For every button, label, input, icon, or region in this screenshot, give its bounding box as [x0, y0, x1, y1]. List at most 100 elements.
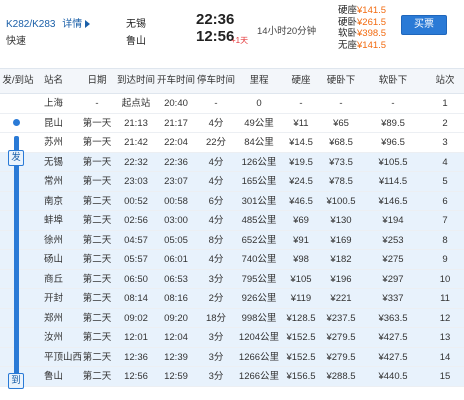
arrival-time: 00:52 [124, 195, 148, 207]
seat-price: ¥398.5 [357, 28, 387, 39]
departure-time: 03:00 [164, 215, 188, 226]
soft-sleeper-price: ¥96.5 [381, 137, 405, 148]
hard-seat-price: ¥105 [290, 273, 312, 285]
arrival-time: 06:50 [124, 273, 148, 285]
table-row: 汝州 第二天 12:01 12:04 3分 1204公里 ¥152.5 ¥279.5 ¥427.… [0, 328, 464, 348]
departure-time: 12:04 [164, 332, 188, 343]
track-start-dot-icon [13, 119, 20, 126]
column-header: 硬座 [291, 75, 311, 86]
hard-sleeper-price: ¥78.5 [329, 176, 353, 187]
hard-seat-price: ¥119 [290, 293, 312, 304]
hard-sleeper-price: ¥100.5 [326, 195, 356, 207]
stop-number: 9 [442, 254, 448, 265]
hard-sleeper-price: ¥221 [330, 293, 352, 304]
stop-number: 6 [442, 195, 448, 207]
soft-sleeper-price: ¥297 [382, 273, 404, 285]
arrival-time: 08:14 [124, 293, 148, 304]
arrival-time: 12:36 [124, 351, 148, 363]
stop-duration: 18分 [205, 312, 227, 324]
hard-seat-price: ¥152.5 [286, 332, 316, 343]
depart-marker: 发 [8, 150, 24, 166]
travel-day: 第二天 [82, 254, 112, 265]
soft-sleeper-price: ¥194 [382, 215, 404, 226]
stop-duration: 3分 [208, 273, 224, 285]
hard-seat-price: ¥14.5 [289, 137, 313, 148]
station-name: 苏州 [44, 137, 64, 148]
departure-time: 22:04 [164, 137, 188, 148]
price-row: 硬座¥141.5 [338, 5, 386, 17]
station-name: 开封 [44, 293, 64, 304]
hard-seat-price: ¥24.5 [289, 176, 313, 187]
soft-sleeper-price: ¥427.5 [378, 351, 408, 363]
stop-number: 4 [442, 156, 448, 168]
stop-duration: 3分 [208, 351, 224, 363]
table-row: 平顶山西 第二天 12:36 12:39 3分 1266公里 ¥152.5 ¥279.5 ¥42… [0, 347, 464, 367]
departure-time: 12:59 [164, 371, 188, 382]
price-list: 硬座¥141.5 硬卧¥261.5 软卧¥398.5 无座¥141.5 [338, 5, 386, 51]
arrival-time: 02:56 [124, 215, 148, 226]
table-row: 开封 第二天 08:14 08:16 2分 926公里 ¥119 ¥221 ¥337 11 [0, 289, 464, 309]
mileage: 652公里 [241, 234, 277, 246]
seat-price: ¥261.5 [357, 16, 387, 28]
travel-day: 第二天 [82, 371, 112, 382]
travel-day: 第一天 [82, 137, 112, 148]
travel-day: - [95, 98, 99, 109]
station-name: 无锡 [44, 156, 64, 168]
travel-day: 第二天 [82, 351, 112, 363]
mileage: 126公里 [241, 156, 277, 168]
arrival-time: 21:13 [124, 117, 148, 129]
table-row: 南京 第二天 00:52 00:58 6分 301公里 ¥46.5 ¥100.5 ¥146.5 6 [0, 191, 464, 211]
departure-time: 12:39 [164, 351, 188, 363]
stop-duration: 4分 [208, 117, 224, 129]
column-header: 站名 [44, 75, 64, 86]
price-row: 无座¥141.5 [338, 40, 386, 52]
soft-sleeper-price: ¥253 [382, 234, 404, 246]
hard-sleeper-price: ¥182 [330, 254, 352, 265]
arrival-time: 12:01 [124, 332, 148, 343]
departure-time: 06:53 [164, 273, 188, 285]
mileage: 485公里 [241, 215, 277, 226]
soft-sleeper-price: ¥89.5 [381, 117, 405, 129]
stop-duration: 8分 [208, 234, 224, 246]
buy-ticket-button[interactable]: 买票 [401, 15, 447, 35]
mileage: 1204公里 [238, 332, 280, 343]
column-header: 开车时间 [157, 75, 196, 86]
column-header: 到达时间 [116, 75, 155, 86]
arrival-time: 21:42 [124, 137, 148, 148]
detail-link[interactable]: 详情 [62, 19, 82, 30]
hard-sleeper-price: ¥169 [330, 234, 352, 246]
hard-seat-price: ¥11 [293, 117, 309, 129]
seat-class-label: 软卧 [338, 28, 358, 39]
station-name: 徐州 [44, 234, 64, 246]
train-number[interactable]: K282/K283 [6, 19, 56, 30]
stop-number: 14 [439, 351, 451, 363]
hard-sleeper-price: ¥279.5 [326, 332, 356, 343]
detail-arrow-icon[interactable] [85, 20, 91, 28]
soft-sleeper-price: ¥427.5 [378, 332, 408, 343]
mileage: 740公里 [241, 254, 277, 265]
arrival-time: 12:56 [196, 28, 235, 45]
stop-duration: 22分 [205, 137, 227, 148]
station-name: 平顶山西 [44, 351, 83, 363]
mileage: 795公里 [241, 273, 277, 285]
stop-number: 8 [442, 234, 448, 246]
soft-sleeper-price: ¥114.5 [378, 176, 408, 187]
seat-price: ¥141.5 [357, 5, 387, 16]
hard-seat-price: ¥152.5 [286, 351, 316, 363]
travel-day: 第一天 [82, 176, 112, 187]
station-name: 商丘 [44, 273, 64, 285]
travel-day: 第二天 [82, 312, 112, 324]
station-name: 昆山 [44, 117, 64, 129]
train-number-line[interactable]: K282/K283 详情 [6, 15, 91, 30]
table-row: 徐州 第二天 04:57 05:05 8分 652公里 ¥91 ¥169 ¥253 8 [0, 230, 464, 250]
hard-seat-price: ¥156.5 [286, 371, 316, 382]
stop-number: 2 [442, 117, 448, 129]
column-header: 软卧下 [378, 75, 408, 86]
soft-sleeper-price: ¥275 [382, 254, 404, 265]
stop-duration: 4分 [208, 156, 224, 168]
stop-number: 3 [442, 137, 448, 148]
stop-duration: 4分 [208, 215, 224, 226]
hard-sleeper-price: ¥237.5 [326, 312, 356, 324]
hard-seat-price: ¥69 [293, 215, 309, 226]
hard-sleeper-price: - [339, 98, 343, 109]
